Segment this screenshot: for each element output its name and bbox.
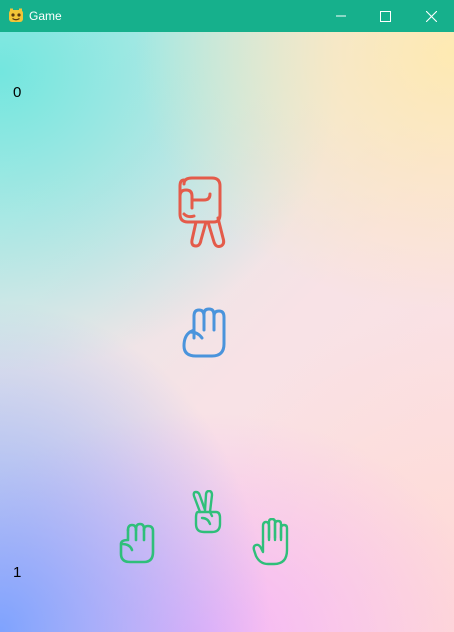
game-window: Game 0 1 (0, 0, 454, 632)
opponent-scissors-hand-icon (178, 176, 226, 248)
minimize-icon (336, 15, 346, 17)
choice-scissors-button-icon[interactable] (190, 490, 224, 534)
game-canvas[interactable]: 0 1 (0, 32, 454, 632)
close-icon (425, 10, 437, 22)
choice-rock-button-icon[interactable] (118, 522, 156, 564)
maximize-icon (379, 10, 391, 22)
opponent-score: 0 (13, 84, 22, 101)
title-bar[interactable]: Game (0, 0, 454, 32)
player-score: 1 (13, 564, 22, 581)
app-icon (9, 8, 23, 22)
maximize-button[interactable] (362, 0, 408, 32)
minimize-button[interactable] (318, 0, 364, 32)
player-rock-hand-icon (182, 307, 226, 358)
choice-paper-button-icon[interactable] (252, 518, 290, 566)
window-title: Game (29, 9, 62, 23)
close-button[interactable] (408, 0, 454, 32)
